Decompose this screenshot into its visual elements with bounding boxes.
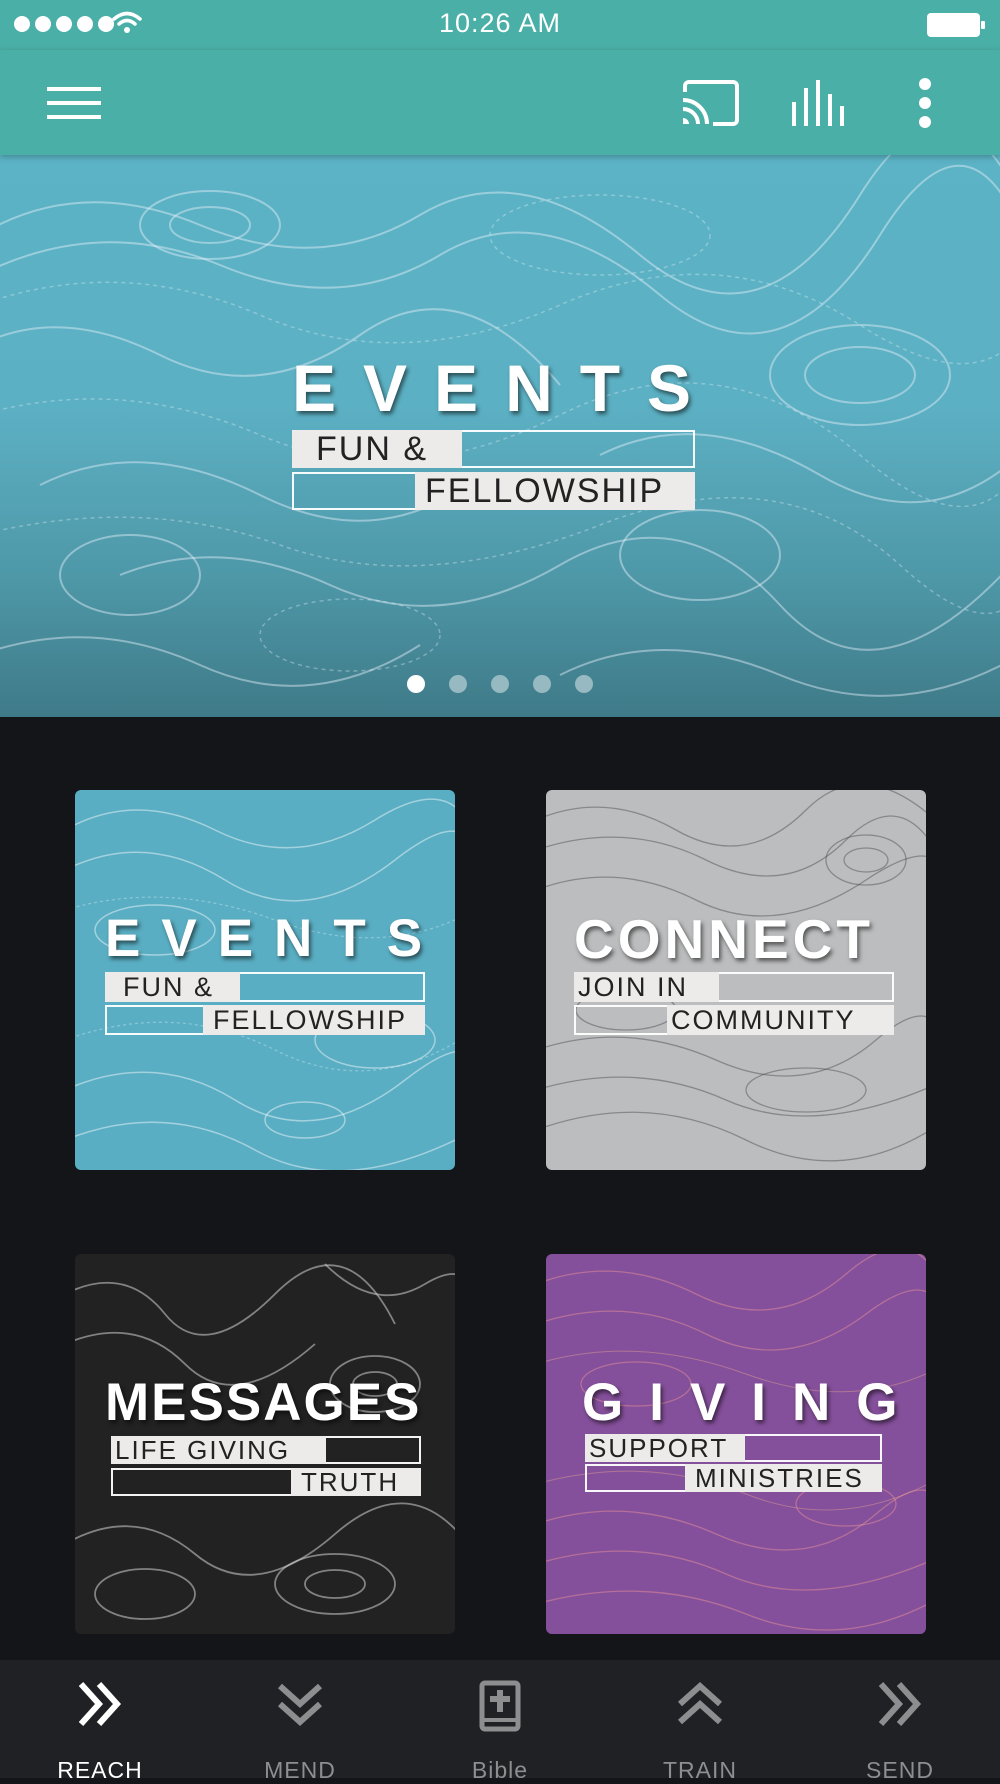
- tile-connect[interactable]: CONNECT JOIN IN COMMUNITY: [546, 790, 926, 1170]
- nav-item-label: MEND: [264, 1757, 336, 1783]
- tile-giving[interactable]: GIVING SUPPORT MINISTRIES: [546, 1254, 926, 1634]
- tile-events[interactable]: EVENTS FUN & FELLOWSHIP: [75, 790, 455, 1170]
- nav-item-label: Bible: [471, 1757, 529, 1783]
- carousel-dot-5[interactable]: [575, 675, 593, 693]
- nav-item-label: REACH: [57, 1757, 143, 1783]
- bible-icon: [400, 1680, 600, 1732]
- double-chevron-down-icon: [200, 1680, 400, 1728]
- hero-subtitle-line1: FUN &: [292, 430, 462, 468]
- nav-item-train[interactable]: TRAIN: [600, 1660, 800, 1783]
- status-bar: 10:26 AM: [0, 0, 1000, 50]
- carousel-dot-3[interactable]: [491, 675, 509, 693]
- carousel-dot-4[interactable]: [533, 675, 551, 693]
- tile-events-graphic: EVENTS FUN & FELLOWSHIP: [105, 912, 425, 1042]
- carousel-dot-2[interactable]: [449, 675, 467, 693]
- tile-giving-graphic: GIVING SUPPORT MINISTRIES: [582, 1376, 898, 1506]
- nav-item-reach[interactable]: REACH: [0, 1660, 200, 1783]
- tile-giving-title: GIVING: [582, 1373, 924, 1432]
- tile-connect-title: CONNECT: [574, 908, 874, 970]
- hero-subtitle-line2: FELLOWSHIP: [415, 472, 695, 510]
- double-chevron-right-icon: [800, 1680, 1000, 1728]
- tile-connect-line1: JOIN IN: [574, 972, 719, 1002]
- nav-item-label: SEND: [866, 1757, 934, 1783]
- tile-connect-graphic: CONNECT JOIN IN COMMUNITY: [574, 912, 894, 1042]
- equalizer-icon[interactable]: [775, 50, 860, 155]
- hero-brand-graphic: EVENTS FUN & FELLOWSHIP: [292, 355, 695, 515]
- hamburger-menu-icon[interactable]: [30, 50, 120, 155]
- nav-item-mend[interactable]: MEND: [200, 1660, 400, 1783]
- tile-messages-title: MESSAGES: [105, 1373, 422, 1432]
- tile-messages-line2: TRUTH: [291, 1467, 421, 1497]
- hero-title: EVENTS: [292, 351, 719, 425]
- tile-giving-line1: SUPPORT: [585, 1433, 745, 1463]
- status-time: 10:26 AM: [438, 8, 562, 38]
- nav-item-send[interactable]: SEND: [800, 1660, 1000, 1783]
- more-vertical-icon[interactable]: [895, 50, 955, 155]
- tile-events-line1: FUN &: [105, 972, 240, 1002]
- double-chevron-right-icon: [0, 1680, 200, 1728]
- nav-item-label: TRAIN: [663, 1757, 737, 1783]
- tile-messages[interactable]: MESSAGES LIFE GIVING TRUTH: [75, 1254, 455, 1634]
- tile-giving-line2: MINISTRIES: [685, 1463, 882, 1493]
- battery-icon: [926, 12, 986, 43]
- app-bar: [0, 50, 1000, 155]
- carousel-pagination: [0, 675, 1000, 693]
- carousel-dot-1[interactable]: [407, 675, 425, 693]
- cast-icon[interactable]: [670, 50, 750, 155]
- nav-item-bible[interactable]: Bible: [400, 1660, 600, 1783]
- tile-connect-line2: COMMUNITY: [667, 1005, 894, 1035]
- hero-carousel[interactable]: EVENTS FUN & FELLOWSHIP: [0, 155, 1000, 717]
- bottom-navigation: REACH MEND Bible TRAIN SEND: [0, 1660, 1000, 1783]
- tile-events-title: EVENTS: [105, 909, 444, 968]
- tile-events-line2: FELLOWSHIP: [203, 1005, 425, 1035]
- tile-messages-graphic: MESSAGES LIFE GIVING TRUTH: [105, 1376, 425, 1506]
- tile-messages-line1: LIFE GIVING: [111, 1435, 326, 1465]
- double-chevron-up-icon: [600, 1680, 800, 1728]
